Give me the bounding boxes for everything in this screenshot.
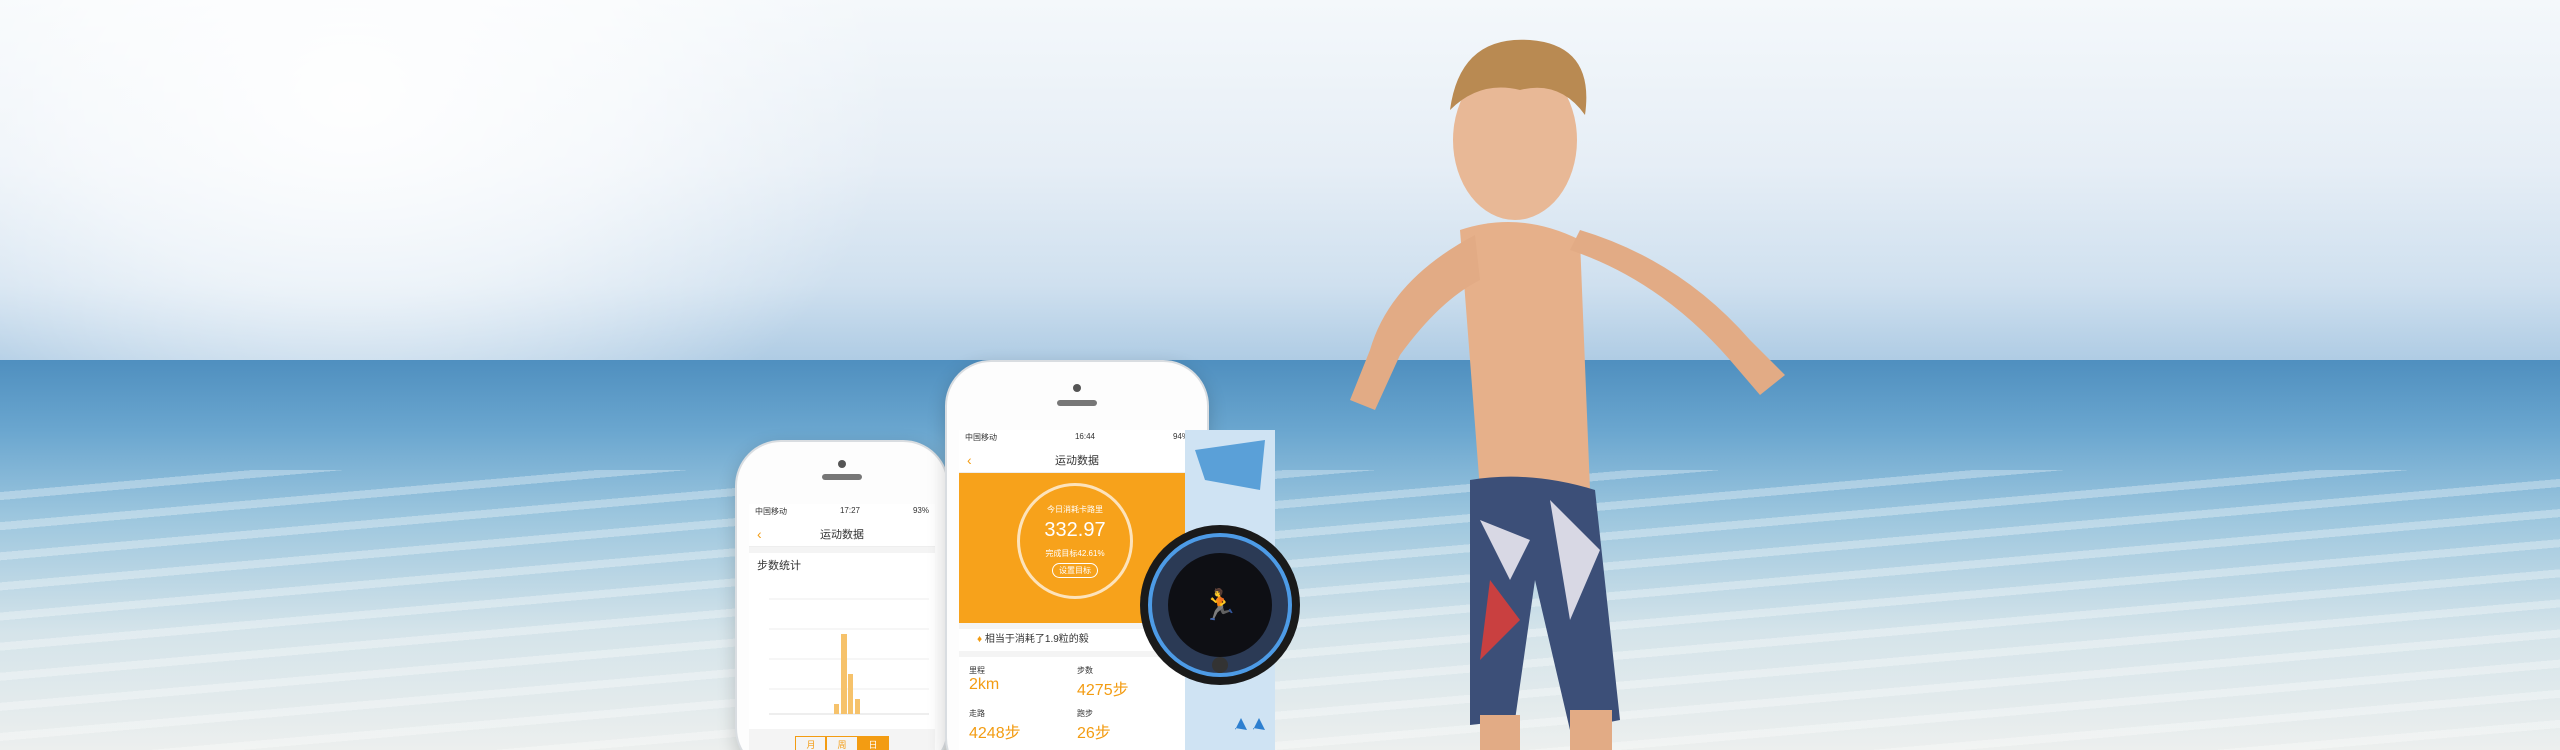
tab-day[interactable]: 日 — [857, 736, 889, 750]
battery-label: 93% — [912, 506, 929, 515]
equivalent-text: 相当于消耗了1.9粒的毅 — [984, 634, 1089, 645]
chart-bar — [848, 674, 853, 714]
chart-bar — [834, 704, 839, 714]
phone-left: 中国移动 17:27 93% ‹ 运动数据 步数统计 月 周 日 — [735, 440, 949, 750]
steps-bar-chart — [749, 579, 935, 729]
beach-banner: 中国移动 17:27 93% ‹ 运动数据 步数统计 月 周 日 中国移动 16… — [0, 0, 2560, 750]
stat-value: 2km — [969, 676, 1000, 693]
chart-bar — [841, 634, 847, 714]
carrier-label: 中国移动 — [755, 507, 787, 516]
section-title: 步数统计 — [749, 553, 935, 579]
stat-label: 走路 — [969, 709, 985, 718]
svg-text:🏃: 🏃 — [1201, 587, 1238, 623]
tab-week[interactable]: 周 — [826, 736, 858, 750]
back-icon[interactable]: ‹ — [757, 526, 762, 542]
goal-progress: 完成目标42.61% — [1045, 549, 1105, 558]
calorie-ring: 今日消耗卡路里 332.97 完成目标42.61% 设置目标 — [1017, 483, 1133, 599]
carrier-label: 中国移动 — [965, 433, 997, 442]
chart-bar — [855, 699, 860, 714]
ring-label: 今日消耗卡路里 — [1047, 505, 1103, 514]
flame-icon: ♦ — [977, 634, 985, 645]
phone-speaker — [1057, 400, 1097, 406]
time-label: 16:44 — [1074, 432, 1095, 441]
time-label: 17:27 — [839, 506, 860, 515]
stat-value: 4248步 — [969, 725, 1021, 742]
status-bar: 中国移动 17:27 93% — [749, 504, 935, 522]
set-goal-button[interactable]: 设置目标 — [1052, 563, 1098, 578]
phone-camera — [838, 460, 846, 468]
page-title: 运动数据 — [1055, 455, 1099, 467]
phone-speaker — [822, 474, 862, 480]
phone-left-screen: 中国移动 17:27 93% ‹ 运动数据 步数统计 月 周 日 — [749, 504, 935, 750]
kids-smartwatch: 🏃 — [1140, 430, 1300, 750]
calories-value: 332.97 — [1044, 519, 1106, 541]
stat-label: 里程 — [969, 666, 985, 675]
boy-running-in-surf — [1350, 39, 1785, 750]
stat-distance: 里程 2km — [969, 665, 1077, 700]
phone-camera — [1073, 384, 1081, 392]
tab-month[interactable]: 月 — [795, 736, 827, 750]
back-icon[interactable]: ‹ — [967, 452, 972, 468]
period-tabs: 月 周 日 — [749, 736, 935, 750]
stat-walk: 走路 4248步 — [969, 708, 1077, 743]
page-title: 运动数据 — [820, 529, 864, 541]
